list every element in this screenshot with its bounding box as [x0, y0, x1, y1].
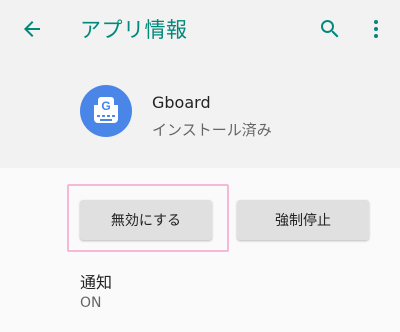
gboard-app-icon: G — [80, 85, 132, 137]
notifications-value: ON — [80, 295, 102, 311]
back-button[interactable] — [14, 11, 50, 47]
app-info-content: 無効にする 強制停止 通知 ON — [0, 168, 400, 332]
notifications-row[interactable] — [0, 260, 400, 332]
app-bar: アプリ情報 — [0, 0, 400, 58]
force-stop-button[interactable]: 強制停止 — [237, 200, 369, 240]
search-button[interactable] — [312, 11, 348, 47]
search-icon — [321, 20, 339, 38]
app-name: Gboard — [152, 93, 211, 112]
svg-text:G: G — [101, 99, 110, 113]
notifications-title: 通知 — [80, 273, 113, 292]
app-install-status: インストール済み — [152, 121, 272, 139]
disable-button[interactable]: 無効にする — [80, 200, 212, 240]
more-options-button[interactable] — [358, 11, 394, 47]
more-vert-icon — [374, 20, 378, 38]
page-title: アプリ情報 — [80, 18, 188, 42]
app-header: G Gboard インストール済み — [0, 58, 400, 168]
arrow-back-icon — [24, 21, 40, 37]
